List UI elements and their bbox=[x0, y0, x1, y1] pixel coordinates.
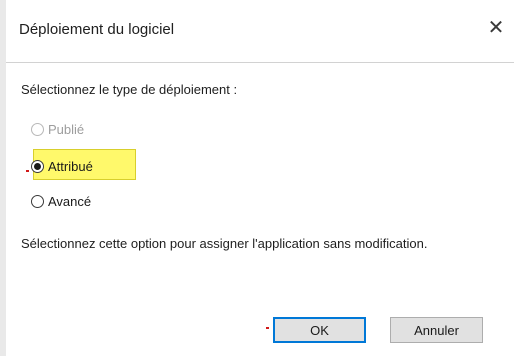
radio-button-attribue[interactable] bbox=[31, 160, 44, 173]
annotation-mark bbox=[26, 170, 29, 172]
radio-option-attribue[interactable]: Attribué bbox=[31, 159, 93, 174]
radio-button-publie[interactable] bbox=[31, 123, 44, 136]
radio-label-publie: Publié bbox=[48, 122, 85, 137]
radio-option-avance[interactable]: Avancé bbox=[31, 194, 91, 209]
cancel-button[interactable]: Annuler bbox=[390, 317, 483, 343]
deployment-type-prompt: Sélectionnez le type de déploiement : bbox=[21, 82, 238, 97]
radio-option-publie[interactable]: Publié bbox=[31, 122, 84, 137]
close-icon[interactable]: ✕ bbox=[486, 18, 506, 38]
option-description: Sélectionnez cette option pour assigner … bbox=[21, 236, 428, 251]
dialog-footer: OK Annuler bbox=[6, 295, 514, 356]
radio-label-avance: Avancé bbox=[48, 194, 92, 209]
ok-button[interactable]: OK bbox=[273, 317, 366, 343]
radio-label-attribue: Attribué bbox=[48, 159, 93, 174]
deployment-dialog: Déploiement du logiciel ✕ Sélectionnez l… bbox=[6, 0, 514, 356]
radio-button-avance[interactable] bbox=[31, 195, 44, 208]
dialog-title: Déploiement du logiciel bbox=[19, 21, 175, 38]
annotation-mark bbox=[266, 327, 269, 329]
dialog-content: Sélectionnez le type de déploiement : Pu… bbox=[6, 62, 514, 296]
